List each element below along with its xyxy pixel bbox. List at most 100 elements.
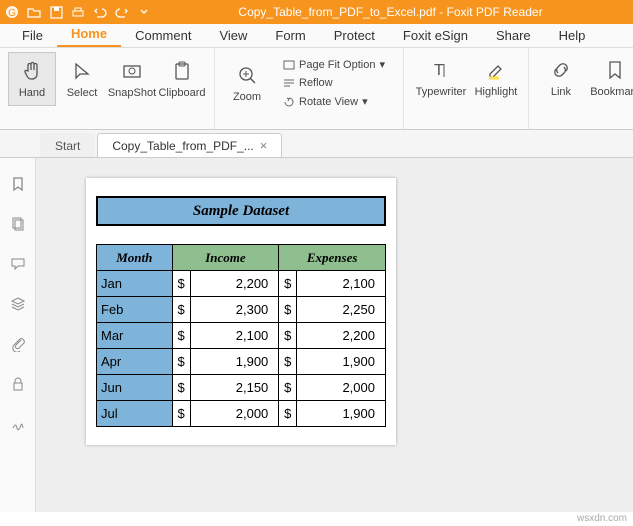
bookmark-panel-icon[interactable] bbox=[10, 176, 26, 192]
page-fit-icon bbox=[283, 60, 295, 70]
cell-expenses: 2,200 bbox=[297, 323, 386, 349]
layers-panel-icon[interactable] bbox=[10, 296, 26, 312]
cell-currency: $ bbox=[279, 375, 297, 401]
link-button[interactable]: Link bbox=[537, 52, 585, 104]
dataset-table: Month Income Expenses Jan$2,200$2,100Feb… bbox=[96, 244, 386, 427]
table-row: Jun$2,150$2,000 bbox=[97, 375, 386, 401]
snapshot-label: SnapShot bbox=[108, 87, 156, 99]
ribbon-group-links: Link Bookmark bbox=[529, 48, 633, 129]
table-row: Feb$2,300$2,250 bbox=[97, 297, 386, 323]
hand-label: Hand bbox=[19, 87, 45, 99]
cell-month: Apr bbox=[97, 349, 173, 375]
workspace: Sample Dataset Month Income Expenses Jan… bbox=[0, 158, 633, 512]
cell-income: 2,150 bbox=[190, 375, 279, 401]
ribbon-group-tools: Hand Select SnapShot Clipboard bbox=[0, 48, 215, 129]
highlight-button[interactable]: Highlight bbox=[472, 52, 520, 104]
signature-panel-icon[interactable] bbox=[10, 416, 26, 432]
cell-expenses: 2,100 bbox=[297, 271, 386, 297]
hand-tool-button[interactable]: Hand bbox=[8, 52, 56, 106]
bookmark-button[interactable]: Bookmark bbox=[587, 52, 633, 104]
pages-panel-icon[interactable] bbox=[10, 216, 26, 232]
open-icon[interactable] bbox=[26, 4, 42, 20]
hand-icon bbox=[20, 59, 44, 83]
close-icon[interactable]: × bbox=[260, 138, 268, 153]
select-tool-button[interactable]: Select bbox=[58, 52, 106, 106]
print-icon[interactable] bbox=[70, 4, 86, 20]
save-icon[interactable] bbox=[48, 4, 64, 20]
menu-foxit-esign[interactable]: Foxit eSign bbox=[389, 24, 482, 47]
cell-currency: $ bbox=[279, 271, 297, 297]
ribbon-group-comment: T Typewriter Highlight bbox=[404, 48, 529, 129]
menu-comment[interactable]: Comment bbox=[121, 24, 205, 47]
redo-icon[interactable] bbox=[114, 4, 130, 20]
typewriter-label: Typewriter bbox=[416, 86, 467, 98]
cell-currency: $ bbox=[279, 349, 297, 375]
select-icon bbox=[70, 59, 94, 83]
highlight-icon bbox=[484, 58, 508, 82]
clipboard-button[interactable]: Clipboard bbox=[158, 52, 206, 106]
zoom-button[interactable]: Zoom bbox=[223, 52, 271, 114]
page-fit-option[interactable]: Page Fit Option ▾ bbox=[279, 56, 389, 73]
menu-protect[interactable]: Protect bbox=[320, 24, 389, 47]
svg-text:G: G bbox=[8, 8, 16, 19]
comments-panel-icon[interactable] bbox=[10, 256, 26, 272]
typewriter-button[interactable]: T Typewriter bbox=[412, 52, 470, 104]
table-header-row: Month Income Expenses bbox=[97, 245, 386, 271]
typewriter-icon: T bbox=[429, 58, 453, 82]
undo-icon[interactable] bbox=[92, 4, 108, 20]
table-row: Jul$2,000$1,900 bbox=[97, 401, 386, 427]
svg-text:T: T bbox=[434, 62, 444, 79]
clipboard-label: Clipboard bbox=[158, 87, 205, 99]
bookmark-icon bbox=[603, 58, 627, 82]
cell-currency: $ bbox=[279, 323, 297, 349]
cell-expenses: 2,000 bbox=[297, 375, 386, 401]
menubar: File Home Comment View Form Protect Foxi… bbox=[0, 24, 633, 48]
pdf-page: Sample Dataset Month Income Expenses Jan… bbox=[86, 178, 396, 445]
zoom-label: Zoom bbox=[233, 91, 261, 103]
security-panel-icon[interactable] bbox=[10, 376, 26, 392]
cell-currency: $ bbox=[172, 401, 190, 427]
cell-currency: $ bbox=[172, 271, 190, 297]
menu-home[interactable]: Home bbox=[57, 22, 121, 47]
table-row: Mar$2,100$2,200 bbox=[97, 323, 386, 349]
link-label: Link bbox=[551, 86, 571, 98]
cell-month: Jul bbox=[97, 401, 173, 427]
reflow-icon bbox=[283, 78, 295, 88]
menu-share[interactable]: Share bbox=[482, 24, 545, 47]
cell-income: 2,000 bbox=[190, 401, 279, 427]
cell-income: 2,100 bbox=[190, 323, 279, 349]
menu-file[interactable]: File bbox=[8, 24, 57, 47]
col-income: Income bbox=[172, 245, 279, 271]
rotate-view-option[interactable]: Rotate View ▾ bbox=[279, 93, 389, 110]
tab-start[interactable]: Start bbox=[40, 133, 95, 157]
chevron-down-icon: ▾ bbox=[379, 58, 385, 71]
cell-currency: $ bbox=[172, 297, 190, 323]
window-title: Copy_Table_from_PDF_to_Excel.pdf - Foxit… bbox=[156, 5, 625, 19]
zoom-icon bbox=[235, 63, 259, 87]
rotate-icon bbox=[283, 97, 295, 107]
tab-document[interactable]: Copy_Table_from_PDF_...× bbox=[97, 133, 282, 157]
attachments-panel-icon[interactable] bbox=[10, 336, 26, 352]
dataset-title: Sample Dataset bbox=[96, 196, 386, 226]
titlebar: G Copy_Table_from_PDF_to_Excel.pdf - Fox… bbox=[0, 0, 633, 24]
clipboard-icon bbox=[170, 59, 194, 83]
col-expenses: Expenses bbox=[279, 245, 386, 271]
cell-currency: $ bbox=[172, 375, 190, 401]
qat-dropdown-icon[interactable] bbox=[136, 4, 152, 20]
side-toolbar bbox=[0, 158, 36, 512]
menu-help[interactable]: Help bbox=[545, 24, 600, 47]
quick-access-toolbar: G bbox=[0, 4, 156, 20]
cell-currency: $ bbox=[279, 401, 297, 427]
col-month: Month bbox=[97, 245, 173, 271]
page-area[interactable]: Sample Dataset Month Income Expenses Jan… bbox=[36, 158, 633, 512]
cell-currency: $ bbox=[279, 297, 297, 323]
snapshot-icon bbox=[120, 59, 144, 83]
table-row: Apr$1,900$1,900 bbox=[97, 349, 386, 375]
cell-income: 2,300 bbox=[190, 297, 279, 323]
cell-income: 2,200 bbox=[190, 271, 279, 297]
reflow-option[interactable]: Reflow bbox=[279, 75, 389, 91]
menu-view[interactable]: View bbox=[205, 24, 261, 47]
snapshot-button[interactable]: SnapShot bbox=[108, 52, 156, 106]
menu-form[interactable]: Form bbox=[261, 24, 319, 47]
select-label: Select bbox=[67, 87, 98, 99]
